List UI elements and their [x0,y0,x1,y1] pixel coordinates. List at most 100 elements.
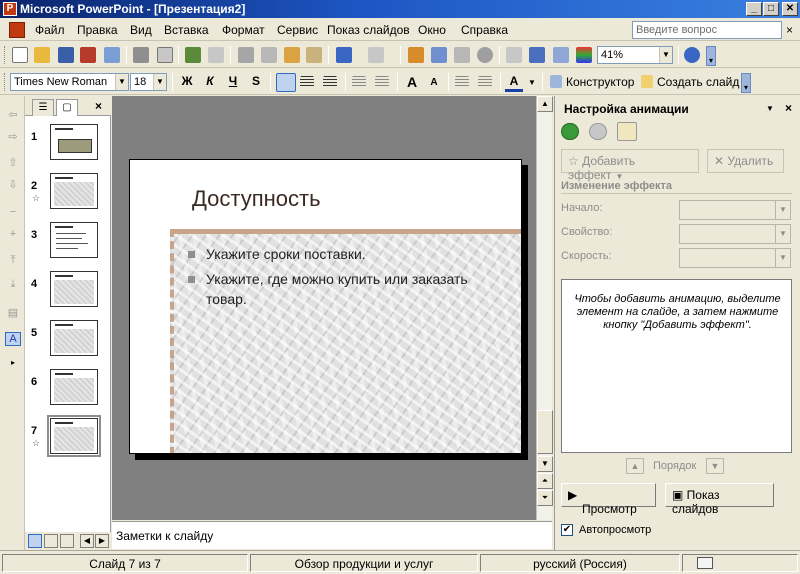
format-painter-icon[interactable] [306,47,322,63]
slide-thumbnail-5[interactable] [50,320,98,356]
document-icon[interactable] [9,22,25,38]
scroll-thumb[interactable] [537,410,553,454]
chevron-down-icon[interactable]: ▼ [153,74,166,90]
animation-list[interactable]: Чтобы добавить анимацию, выделите элемен… [561,279,792,453]
menu-edit[interactable]: Правка [77,23,118,37]
help-icon[interactable] [684,47,700,63]
order-up-icon[interactable]: ▲ [626,458,644,474]
tables-borders-icon[interactable] [454,47,470,63]
scroll-down-icon[interactable]: ▼ [537,456,553,472]
font-name-select[interactable]: Times New Roman ▼ [10,73,129,91]
print-icon[interactable] [133,47,149,63]
toolbar-grip[interactable] [4,73,7,91]
next-slide-icon[interactable]: ⏷ [537,490,553,506]
chevron-down-icon[interactable]: ▼ [775,201,790,219]
open-folder-icon[interactable] [34,47,50,63]
show-formatting-icon[interactable] [529,47,545,63]
minimize-button[interactable]: _ [746,2,762,16]
align-left-icon[interactable] [276,73,296,92]
home-icon[interactable] [617,122,637,141]
slide-thumbnail-3[interactable] [50,222,98,258]
menu-insert[interactable]: Вставка [164,23,209,37]
move-up-icon[interactable]: ⇧ [5,156,21,170]
preview-button[interactable]: ▶ Просмотр [561,483,656,516]
decrease-font-button[interactable]: A [425,77,443,88]
bullets-icon[interactable] [375,76,389,88]
permission-icon[interactable] [80,47,96,63]
chevron-down-icon[interactable]: ▼ [659,47,672,63]
shadow-button[interactable]: S [247,74,265,88]
email-icon[interactable] [104,47,120,63]
notes-pane[interactable]: Заметки к слайду [112,521,552,549]
designer-button[interactable]: Конструктор [566,75,634,89]
save-icon[interactable] [58,47,74,63]
expand-icon[interactable]: + [5,228,21,242]
research-icon[interactable] [208,47,224,63]
chevron-down-icon[interactable]: ▼ [115,74,128,90]
chevron-down-icon[interactable]: ▸ [5,358,21,372]
close-window-button[interactable]: ✕ [782,2,798,16]
show-formatting-icon[interactable]: A [5,332,21,346]
paste-icon[interactable] [284,47,300,63]
slide-body-placeholder[interactable]: Укажите сроки поставки. Укажите, где мож… [170,229,521,453]
scroll-left-icon[interactable]: ◀ [80,534,94,548]
slide-show-button[interactable]: ▣ Показ слайдов [665,483,774,516]
property-select[interactable]: ▼ [679,224,791,244]
menu-help[interactable]: Справка [461,23,508,37]
speed-select[interactable]: ▼ [679,248,791,268]
previous-slide-icon[interactable]: ⏶ [537,473,553,489]
demote-icon[interactable]: ⇨ [5,130,21,144]
close-document-icon[interactable]: × [786,23,793,37]
zoom-select[interactable]: 41% ▼ [597,46,673,64]
scroll-up-icon[interactable]: ▲ [537,96,553,112]
spelling-status-icon[interactable] [682,554,798,572]
slide-sorter-icon[interactable] [44,534,58,548]
menu-view[interactable]: Вид [130,23,152,37]
insert-table-icon[interactable] [431,47,447,63]
spelling-icon[interactable] [185,47,201,63]
tab-slides[interactable]: ▢ [56,99,78,116]
slide-canvas[interactable]: Доступность Укажите сроки поставки. Укаж… [129,159,522,454]
expand-all-icon[interactable] [506,47,522,63]
expand-all-icon[interactable]: ⤓ [5,278,21,292]
start-select[interactable]: ▼ [679,200,791,220]
slide-thumbnail-7[interactable] [47,415,101,457]
numbering-icon[interactable] [352,76,366,88]
toolbar-options-icon[interactable]: ▾ [741,73,751,93]
slide-title[interactable]: Доступность [192,186,321,212]
autopreview-checkbox[interactable]: ✔ [561,524,573,536]
chevron-down-icon[interactable]: ▼ [528,78,536,87]
chevron-down-icon[interactable]: ▼ [775,249,790,267]
cut-icon[interactable] [238,47,254,63]
bullet-item[interactable]: Укажите сроки поставки. [188,244,510,264]
show-grid-icon[interactable] [553,47,569,63]
bullet-item[interactable]: Укажите, где можно купить или заказать т… [188,269,490,309]
add-effect-button[interactable]: ☆ Добавить эффект ▼ [561,149,699,182]
slideshow-view-icon[interactable] [60,534,74,548]
forward-arrow-icon[interactable] [589,123,607,140]
bold-button[interactable]: Ж [178,74,196,88]
toolbar-grip[interactable] [4,46,7,64]
remove-effect-button[interactable]: ✕ Удалить [707,149,784,173]
copy-icon[interactable] [261,47,277,63]
align-right-icon[interactable] [323,76,337,88]
chevron-down-icon[interactable]: ▼ [775,225,790,243]
slide-scrollbar[interactable]: ▲ ▼ ⏶ ⏷ [536,96,553,520]
decrease-indent-icon[interactable] [455,76,469,88]
print-preview-icon[interactable] [157,47,173,63]
redo-icon[interactable] [368,47,384,63]
menu-format[interactable]: Формат [222,23,265,37]
underline-button[interactable]: Ч [224,74,242,88]
promote-icon[interactable]: ⇦ [5,108,21,122]
powerpoint-app-icon[interactable]: P [3,2,17,16]
scroll-right-icon[interactable]: ▶ [95,534,109,548]
align-center-icon[interactable] [300,76,314,88]
insert-chart-icon[interactable] [408,47,424,63]
help-search-input[interactable]: Введите вопрос [632,21,782,39]
chevron-down-icon[interactable]: ▼ [766,104,774,113]
normal-view-icon[interactable] [28,534,42,548]
slide-thumbnail-6[interactable] [50,369,98,405]
slide-thumbnail-1[interactable] [50,124,98,160]
slide-thumbnail-4[interactable] [50,271,98,307]
order-down-icon[interactable]: ▼ [706,458,724,474]
